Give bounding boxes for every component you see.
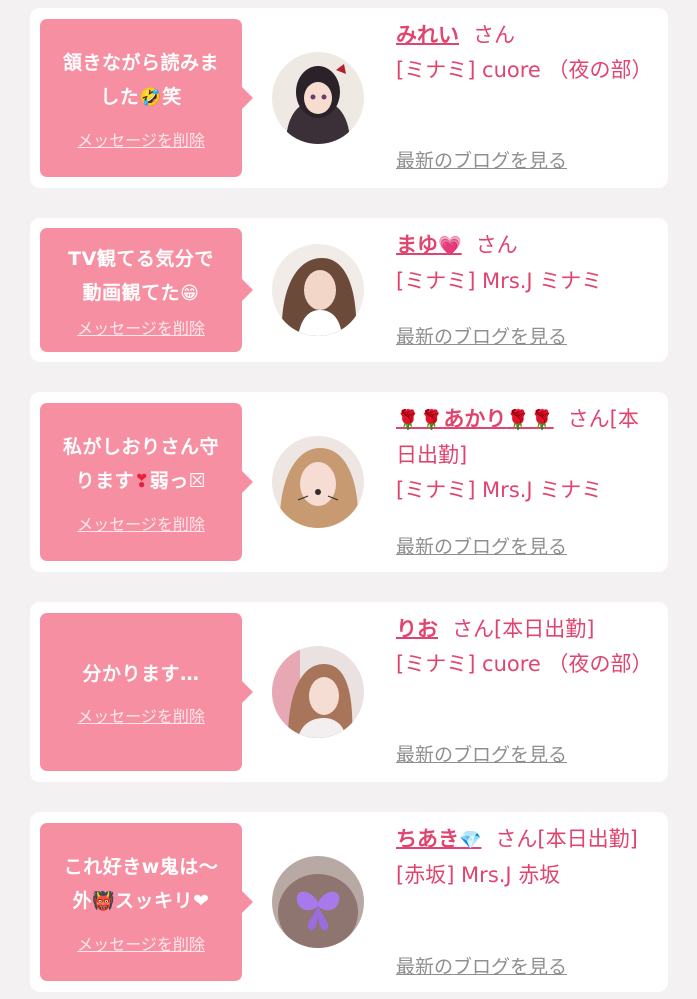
sender-name-link[interactable]: みれい — [396, 23, 459, 47]
rose-icon: 🌹🌹 — [506, 409, 554, 431]
latest-blog-link[interactable]: 最新のブログを見る — [396, 532, 567, 559]
shop-name: [ミナミ] Mrs.J ミナミ — [396, 478, 603, 502]
sender-info: まゆ💗 さん [ミナミ] Mrs.J ミナミ — [396, 228, 658, 299]
delete-message-link[interactable]: メッセージを削除 — [77, 703, 205, 727]
message-text: TV観てる気分で 動画観てた😁 — [68, 247, 214, 304]
message-card: TV観てる気分で 動画観てた😁 メッセージを削除 まゆ💗 さん [ミナミ] Mrs… — [30, 218, 668, 362]
latest-blog-link[interactable]: 最新のブログを見る — [396, 322, 567, 349]
shop-name: [ミナミ] Mrs.J ミナミ — [396, 269, 603, 293]
message-card: 頷きながら読みま した🤣笑 メッセージを削除 みれい さん [ミナミ] cuore… — [30, 8, 668, 188]
message-text: 分かります… — [82, 663, 200, 685]
gem-icon: 💎 — [459, 830, 482, 851]
delete-message-link[interactable]: メッセージを削除 — [77, 931, 205, 955]
delete-message-link[interactable]: メッセージを削除 — [77, 511, 205, 535]
sender-info: 🌹🌹あかり🌹🌹 さん[本日出勤] [ミナミ] Mrs.J ミナミ — [396, 402, 658, 508]
honorific: さん — [473, 23, 515, 47]
message-bubble: これ好きw鬼は〜 外👹スッキリ❤ メッセージを削除 — [40, 823, 253, 981]
rofl-emoji-icon: 🤣 — [139, 86, 163, 108]
rose-icon: 🌹🌹 — [396, 409, 444, 431]
shop-name: [赤坂] Mrs.J 赤坂 — [396, 863, 561, 887]
grin-emoji-icon: 😁 — [180, 282, 200, 304]
latest-blog-link[interactable]: 最新のブログを見る — [396, 740, 567, 767]
sender-name-link[interactable]: 🌹🌹あかり🌹🌹 — [396, 407, 554, 431]
sender-name-link[interactable]: りお — [396, 617, 438, 641]
shop-name: [ミナミ] cuore （夜の部） — [396, 652, 653, 676]
avatar[interactable] — [272, 856, 364, 948]
honorific: さん[本日出勤] — [495, 827, 638, 851]
honorific: さん — [475, 233, 518, 257]
message-feed: 頷きながら読みま した🤣笑 メッセージを削除 みれい さん [ミナミ] cuore… — [0, 0, 697, 999]
message-text: 私がしおりさん守 ります❣弱っ☒ — [62, 435, 219, 492]
sender-info: りお さん[本日出勤] [ミナミ] cuore （夜の部） — [396, 612, 658, 682]
delete-message-link[interactable]: メッセージを削除 — [77, 127, 205, 151]
message-text: これ好きw鬼は〜 外👹スッキリ❤ — [63, 855, 219, 912]
sender-name-link[interactable]: ちあき💎 — [396, 827, 481, 851]
latest-blog-link[interactable]: 最新のブログを見る — [396, 952, 567, 979]
avatar[interactable] — [272, 244, 364, 336]
message-bubble: 私がしおりさん守 ります❣弱っ☒ メッセージを削除 — [40, 403, 253, 561]
shop-name: [ミナミ] cuore （夜の部） — [396, 58, 653, 82]
avatar[interactable] — [272, 646, 364, 738]
heart-icon: 💗 — [438, 235, 462, 257]
latest-blog-link[interactable]: 最新のブログを見る — [396, 146, 567, 173]
message-bubble: 頷きながら読みま した🤣笑 メッセージを削除 — [40, 19, 253, 177]
sender-name-link[interactable]: まゆ💗 — [396, 233, 462, 257]
delete-message-link[interactable]: メッセージを削除 — [77, 315, 205, 339]
message-card: 私がしおりさん守 ります❣弱っ☒ メッセージを削除 🌹🌹あかり🌹🌹 さん[本日出勤… — [30, 392, 668, 572]
sender-info: みれい さん [ミナミ] cuore （夜の部） — [396, 18, 658, 88]
message-card: これ好きw鬼は〜 外👹スッキリ❤ メッセージを削除 ちあき💎 さん[本日出勤] [… — [30, 812, 668, 992]
avatar[interactable] — [272, 436, 364, 528]
honorific: さん[本日出勤] — [452, 617, 595, 641]
sender-info: ちあき💎 さん[本日出勤] [赤坂] Mrs.J 赤坂 — [396, 822, 658, 893]
message-bubble: TV観てる気分で 動画観てた😁 メッセージを削除 — [40, 228, 253, 352]
heart-exclamation-icon: ❣ — [134, 470, 150, 492]
message-card: 分かります… メッセージを削除 りお さん[本日出勤] [ミナミ] cuore （… — [30, 602, 668, 782]
message-text: 頷きながら読みま した🤣笑 — [62, 51, 219, 108]
avatar[interactable] — [272, 52, 364, 144]
message-bubble: 分かります… メッセージを削除 — [40, 613, 253, 771]
ogre-emoji-icon: 👹 — [92, 890, 115, 912]
